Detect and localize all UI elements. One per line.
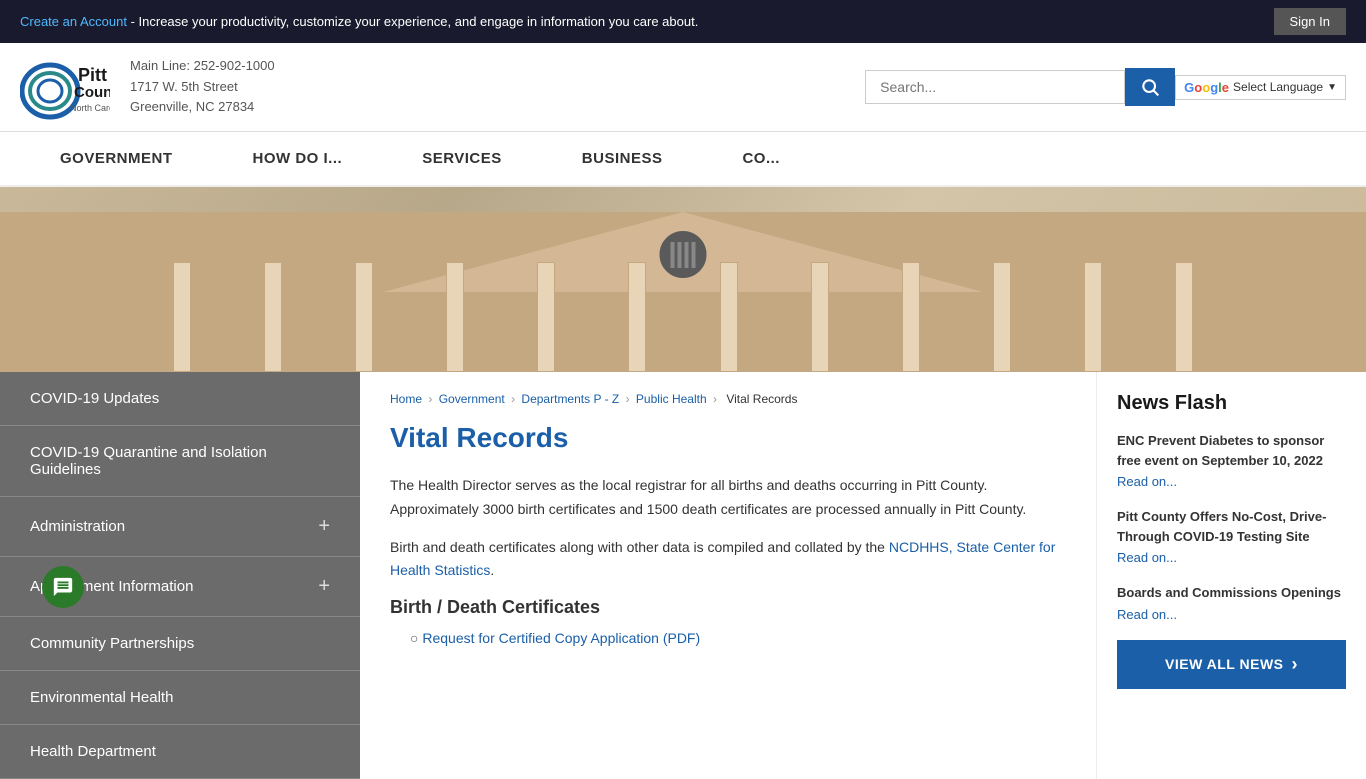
breadcrumb-separator: ›	[713, 392, 720, 406]
sidebar-item-label: Community Partnerships	[30, 635, 194, 652]
view-all-news-button[interactable]: VIEW ALL NEWS ›	[1117, 640, 1346, 689]
news-item-text-1: Pitt County Offers No-Cost, Drive-Throug…	[1117, 507, 1346, 546]
google-translate[interactable]: Google Select Language ▼	[1175, 75, 1346, 100]
breadcrumb-home[interactable]: Home	[390, 392, 422, 406]
nav-community[interactable]: CO...	[702, 132, 820, 185]
news-read-on-2[interactable]: Read on...	[1117, 607, 1346, 622]
cert-list-item: Request for Certified Copy Application (…	[410, 630, 1066, 646]
search-input[interactable]	[865, 70, 1125, 104]
expand-icon: +	[318, 575, 330, 598]
search-button[interactable]	[1125, 68, 1175, 106]
breadcrumb-separator: ›	[511, 392, 518, 406]
sidebar-item-administration[interactable]: Administration +	[0, 497, 360, 557]
hero-image	[0, 187, 1366, 372]
svg-text:County: County	[74, 84, 110, 101]
search-area: Google Select Language ▼	[865, 68, 1346, 106]
breadcrumb-public-health[interactable]: Public Health	[636, 392, 707, 406]
sidebar-item-environmental-health[interactable]: Environmental Health	[0, 671, 360, 725]
news-item-0: ENC Prevent Diabetes to sponsor free eve…	[1117, 431, 1346, 489]
news-read-on-1[interactable]: Read on...	[1117, 550, 1346, 565]
breadcrumb-current: Vital Records	[726, 392, 797, 406]
news-read-on-0[interactable]: Read on...	[1117, 474, 1346, 489]
breadcrumb-departments[interactable]: Departments P - Z	[521, 392, 619, 406]
main-content: Home › Government › Departments P - Z › …	[360, 372, 1096, 779]
body-paragraph-1: The Health Director serves as the local …	[390, 474, 1066, 522]
top-bar-message: Create an Account - Increase your produc…	[20, 14, 698, 29]
news-title: News Flash	[1117, 392, 1346, 415]
header: Pitt County North Carolina Main Line: 25…	[0, 43, 1366, 132]
page-container: COVID-19 Updates COVID-19 Quarantine and…	[0, 372, 1366, 779]
translate-label: Select Language	[1233, 80, 1323, 94]
building-image	[0, 187, 1366, 372]
breadcrumb-separator: ›	[428, 392, 435, 406]
body-paragraph-2: Birth and death certificates along with …	[390, 536, 1066, 584]
top-bar: Create an Account - Increase your produc…	[0, 0, 1366, 43]
sidebar-item-label: COVID-19 Quarantine and Isolation Guidel…	[30, 444, 330, 478]
page-title: Vital Records	[390, 422, 1066, 454]
news-item-1: Pitt County Offers No-Cost, Drive-Throug…	[1117, 507, 1346, 565]
svg-text:North Carolina: North Carolina	[70, 103, 110, 113]
expand-icon: +	[318, 515, 330, 538]
view-all-label: VIEW ALL NEWS	[1165, 656, 1284, 672]
sidebar-item-covid19-updates[interactable]: COVID-19 Updates	[0, 372, 360, 426]
svg-text:Pitt: Pitt	[78, 65, 107, 85]
nav-government[interactable]: GOVERNMENT	[20, 132, 213, 185]
main-line: Main Line: 252-902-1000	[130, 56, 275, 77]
google-logo: Google	[1184, 80, 1229, 95]
news-item-2: Boards and Commissions Openings Read on.…	[1117, 583, 1346, 622]
news-panel: News Flash ENC Prevent Diabetes to spons…	[1096, 372, 1366, 779]
address-line2: Greenville, NC 27834	[130, 97, 275, 118]
top-bar-text: - Increase your productivity, customize …	[127, 14, 698, 29]
arrow-right-icon: ›	[1292, 654, 1299, 675]
nav-how-do-i[interactable]: HOW DO I...	[213, 132, 383, 185]
sidebar-item-label: Environmental Health	[30, 689, 173, 706]
address-line1: 1717 W. 5th Street	[130, 77, 275, 98]
create-account-link[interactable]: Create an Account	[20, 14, 127, 29]
sidebar-item-community-partnerships[interactable]: Community Partnerships	[0, 617, 360, 671]
sidebar-item-covid19-quarantine[interactable]: COVID-19 Quarantine and Isolation Guidel…	[0, 426, 360, 497]
sidebar-item-label: Administration	[30, 518, 125, 535]
breadcrumb: Home › Government › Departments P - Z › …	[390, 392, 1066, 406]
chat-bubble-button[interactable]	[42, 566, 84, 608]
cert-link[interactable]: Request for Certified Copy Application (…	[422, 630, 700, 646]
building-vent	[656, 227, 711, 282]
body-p2-text: Birth and death certificates along with …	[390, 539, 889, 555]
sidebar-item-label: COVID-19 Updates	[30, 390, 159, 407]
body-p2-end: .	[490, 562, 494, 578]
nav-services[interactable]: SERVICES	[382, 132, 542, 185]
section-title: Birth / Death Certificates	[390, 597, 1066, 618]
main-nav: GOVERNMENT HOW DO I... SERVICES BUSINESS…	[0, 132, 1366, 187]
sign-in-button[interactable]: Sign In	[1274, 8, 1346, 35]
breadcrumb-government[interactable]: Government	[439, 392, 505, 406]
breadcrumb-separator: ›	[626, 392, 633, 406]
logo-svg: Pitt County North Carolina	[20, 53, 110, 121]
news-item-text-0: ENC Prevent Diabetes to sponsor free eve…	[1117, 431, 1346, 470]
sidebar-item-label: Health Department	[30, 743, 156, 760]
news-item-text-2: Boards and Commissions Openings	[1117, 583, 1346, 603]
cert-list: Request for Certified Copy Application (…	[390, 630, 1066, 646]
sidebar-item-health-department[interactable]: Health Department	[0, 725, 360, 779]
logo-area: Pitt County North Carolina	[20, 53, 110, 121]
chevron-down-icon: ▼	[1327, 82, 1337, 93]
contact-info: Main Line: 252-902-1000 1717 W. 5th Stre…	[130, 56, 275, 118]
nav-business[interactable]: BUSINESS	[542, 132, 703, 185]
page-body: The Health Director serves as the local …	[390, 474, 1066, 646]
